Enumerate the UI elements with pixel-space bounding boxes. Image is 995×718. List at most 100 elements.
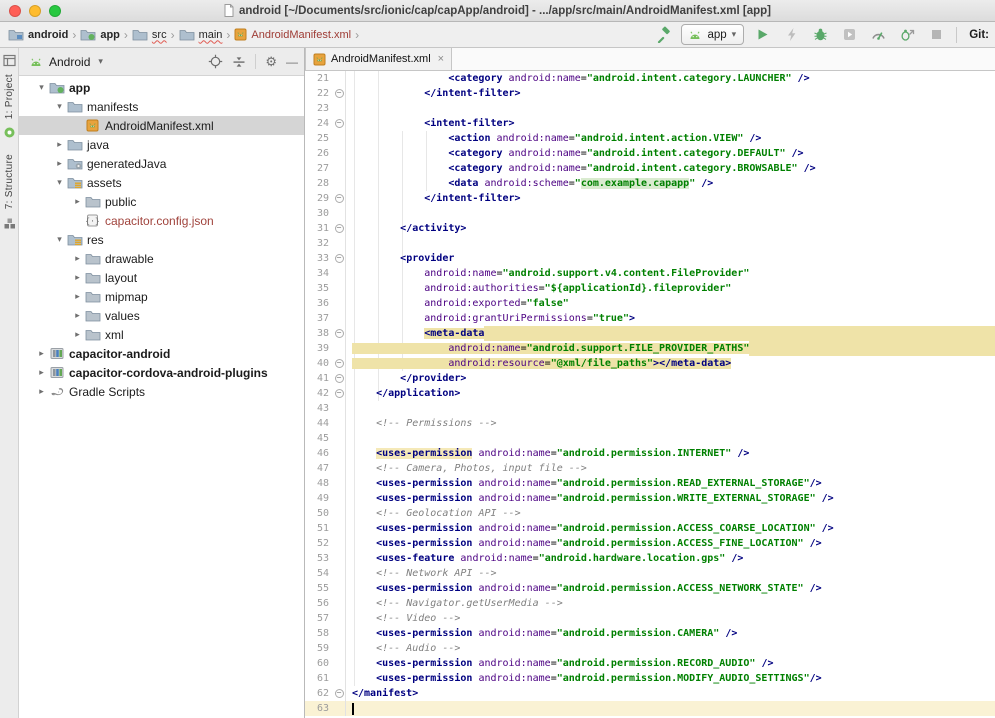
code-line-26[interactable]: 26 <category android:name="android.inten…	[305, 146, 995, 161]
tree-item-assets[interactable]: ▾assets	[19, 173, 304, 192]
chevron-collapsed-icon[interactable]: ▸	[35, 348, 48, 359]
code-line-44[interactable]: 44 <!-- Permissions -->	[305, 416, 995, 431]
chevron-collapsed-icon[interactable]: ▸	[71, 291, 84, 302]
fold-toggle-icon[interactable]: −	[333, 86, 346, 101]
code-line-42[interactable]: 42− </application>	[305, 386, 995, 401]
code-line-36[interactable]: 36 android:exported="false"	[305, 296, 995, 311]
close-window-button[interactable]	[9, 5, 21, 17]
tree-item-xml[interactable]: ▸xml	[19, 325, 304, 344]
code-line-41[interactable]: 41− </provider>	[305, 371, 995, 386]
code-line-56[interactable]: 56 <!-- Navigator.getUserMedia -->	[305, 596, 995, 611]
code-line-27[interactable]: 27 <category android:name="android.inten…	[305, 161, 995, 176]
fold-toggle-icon[interactable]: −	[333, 191, 346, 206]
build-hammer-button[interactable]	[652, 25, 674, 45]
code-line-53[interactable]: 53 <uses-feature android:name="android.h…	[305, 551, 995, 566]
code-line-57[interactable]: 57 <!-- Video -->	[305, 611, 995, 626]
code-line-22[interactable]: 22− </intent-filter>	[305, 86, 995, 101]
captures-tool-icon[interactable]	[2, 125, 17, 140]
stop-button[interactable]	[925, 25, 947, 45]
run-button[interactable]	[751, 25, 773, 45]
code-line-55[interactable]: 55 <uses-permission android:name="androi…	[305, 581, 995, 596]
tree-item-capacitor-android[interactable]: ▸capacitor-android	[19, 344, 304, 363]
chevron-collapsed-icon[interactable]: ▸	[35, 386, 48, 397]
tree-item-layout[interactable]: ▸layout	[19, 268, 304, 287]
code-line-52[interactable]: 52 <uses-permission android:name="androi…	[305, 536, 995, 551]
code-line-50[interactable]: 50 <!-- Geolocation API -->	[305, 506, 995, 521]
code-line-48[interactable]: 48 <uses-permission android:name="androi…	[305, 476, 995, 491]
breadcrumb-item-app[interactable]: app	[80, 28, 120, 41]
fold-toggle-icon[interactable]: −	[333, 371, 346, 386]
chevron-collapsed-icon[interactable]: ▸	[53, 139, 66, 150]
tab-androidmanifest[interactable]: AndroidManifest.xml ×	[305, 47, 452, 70]
hide-panel-icon[interactable]: —	[286, 55, 298, 69]
code-line-31[interactable]: 31− </activity>	[305, 221, 995, 236]
tree-item-generatedjava[interactable]: ▸generatedJava	[19, 154, 304, 173]
code-line-63[interactable]: 63	[305, 701, 995, 716]
tree-item-res[interactable]: ▾res	[19, 230, 304, 249]
tool-button-project[interactable]: 1: Project	[4, 74, 15, 119]
code-line-62[interactable]: 62−</manifest>	[305, 686, 995, 701]
profiler-button[interactable]	[867, 25, 889, 45]
tree-item-drawable[interactable]: ▸drawable	[19, 249, 304, 268]
project-tool-icon[interactable]	[2, 53, 17, 68]
chevron-collapsed-icon[interactable]: ▸	[71, 310, 84, 321]
code-line-39[interactable]: 39 android:name="android.support.FILE_PR…	[305, 341, 995, 356]
code-line-25[interactable]: 25 <action android:name="android.intent.…	[305, 131, 995, 146]
code-line-28[interactable]: 28 <data android:scheme="com.example.cap…	[305, 176, 995, 191]
build-variants-tool-icon[interactable]	[2, 216, 17, 231]
chevron-expanded-icon[interactable]: ▾	[35, 82, 48, 93]
gear-icon[interactable]: ⚙	[265, 54, 277, 70]
fold-toggle-icon[interactable]: −	[333, 116, 346, 131]
run-configuration-select[interactable]: app▾	[681, 24, 744, 45]
tree-item-gradle-scripts[interactable]: ▸Gradle Scripts	[19, 382, 304, 401]
chevron-collapsed-icon[interactable]: ▸	[35, 367, 48, 378]
fold-toggle-icon[interactable]: −	[333, 386, 346, 401]
code-line-23[interactable]: 23	[305, 101, 995, 116]
tree-item-app[interactable]: ▾app	[19, 78, 304, 97]
code-line-61[interactable]: 61 <uses-permission android:name="androi…	[305, 671, 995, 686]
tool-button-structure[interactable]: 7: Structure	[4, 154, 15, 209]
chevron-expanded-icon[interactable]: ▾	[53, 101, 66, 112]
tree-item-values[interactable]: ▸values	[19, 306, 304, 325]
code-line-40[interactable]: 40− android:resource="@xml/file_paths"><…	[305, 356, 995, 371]
code-line-58[interactable]: 58 <uses-permission android:name="androi…	[305, 626, 995, 641]
breadcrumb-item-androidmanifest-xml[interactable]: AndroidManifest.xml	[234, 28, 351, 41]
tree-item-mipmap[interactable]: ▸mipmap	[19, 287, 304, 306]
chevron-expanded-icon[interactable]: ▾	[53, 234, 66, 245]
code-line-32[interactable]: 32	[305, 236, 995, 251]
code-line-43[interactable]: 43	[305, 401, 995, 416]
chevron-collapsed-icon[interactable]: ▸	[71, 272, 84, 283]
apply-changes-button[interactable]	[780, 25, 802, 45]
locate-file-icon[interactable]	[208, 54, 223, 69]
tree-item-capacitor-config-json[interactable]: {·}capacitor.config.json	[19, 211, 304, 230]
code-editor[interactable]: 21 <category android:name="android.inten…	[305, 71, 995, 718]
code-line-21[interactable]: 21 <category android:name="android.inten…	[305, 71, 995, 86]
code-line-30[interactable]: 30	[305, 206, 995, 221]
chevron-expanded-icon[interactable]: ▾	[53, 177, 66, 188]
code-line-46[interactable]: 46 <uses-permission android:name="androi…	[305, 446, 995, 461]
tree-item-public[interactable]: ▸public	[19, 192, 304, 211]
code-line-45[interactable]: 45	[305, 431, 995, 446]
breadcrumb-item-android[interactable]: android	[8, 28, 68, 41]
code-line-49[interactable]: 49 <uses-permission android:name="androi…	[305, 491, 995, 506]
close-icon[interactable]: ×	[436, 53, 444, 65]
git-branch-widget[interactable]: Git:	[966, 29, 989, 41]
chevron-collapsed-icon[interactable]: ▸	[71, 253, 84, 264]
debug-button[interactable]	[809, 25, 831, 45]
fold-toggle-icon[interactable]: −	[333, 326, 346, 341]
code-line-60[interactable]: 60 <uses-permission android:name="androi…	[305, 656, 995, 671]
tree-item-java[interactable]: ▸java	[19, 135, 304, 154]
code-line-33[interactable]: 33− <provider	[305, 251, 995, 266]
code-line-47[interactable]: 47 <!-- Camera, Photos, input file -->	[305, 461, 995, 476]
code-line-51[interactable]: 51 <uses-permission android:name="androi…	[305, 521, 995, 536]
chevron-collapsed-icon[interactable]: ▸	[71, 196, 84, 207]
attach-debugger-button[interactable]	[896, 25, 918, 45]
fold-toggle-icon[interactable]: −	[333, 356, 346, 371]
fold-toggle-icon[interactable]: −	[333, 221, 346, 236]
tree-item-androidmanifest-xml[interactable]: AndroidManifest.xml	[19, 116, 304, 135]
code-line-37[interactable]: 37 android:grantUriPermissions="true">	[305, 311, 995, 326]
code-line-38[interactable]: 38− <meta-data	[305, 326, 995, 341]
code-line-59[interactable]: 59 <!-- Audio -->	[305, 641, 995, 656]
fold-toggle-icon[interactable]: −	[333, 686, 346, 701]
tree-item-manifests[interactable]: ▾manifests	[19, 97, 304, 116]
